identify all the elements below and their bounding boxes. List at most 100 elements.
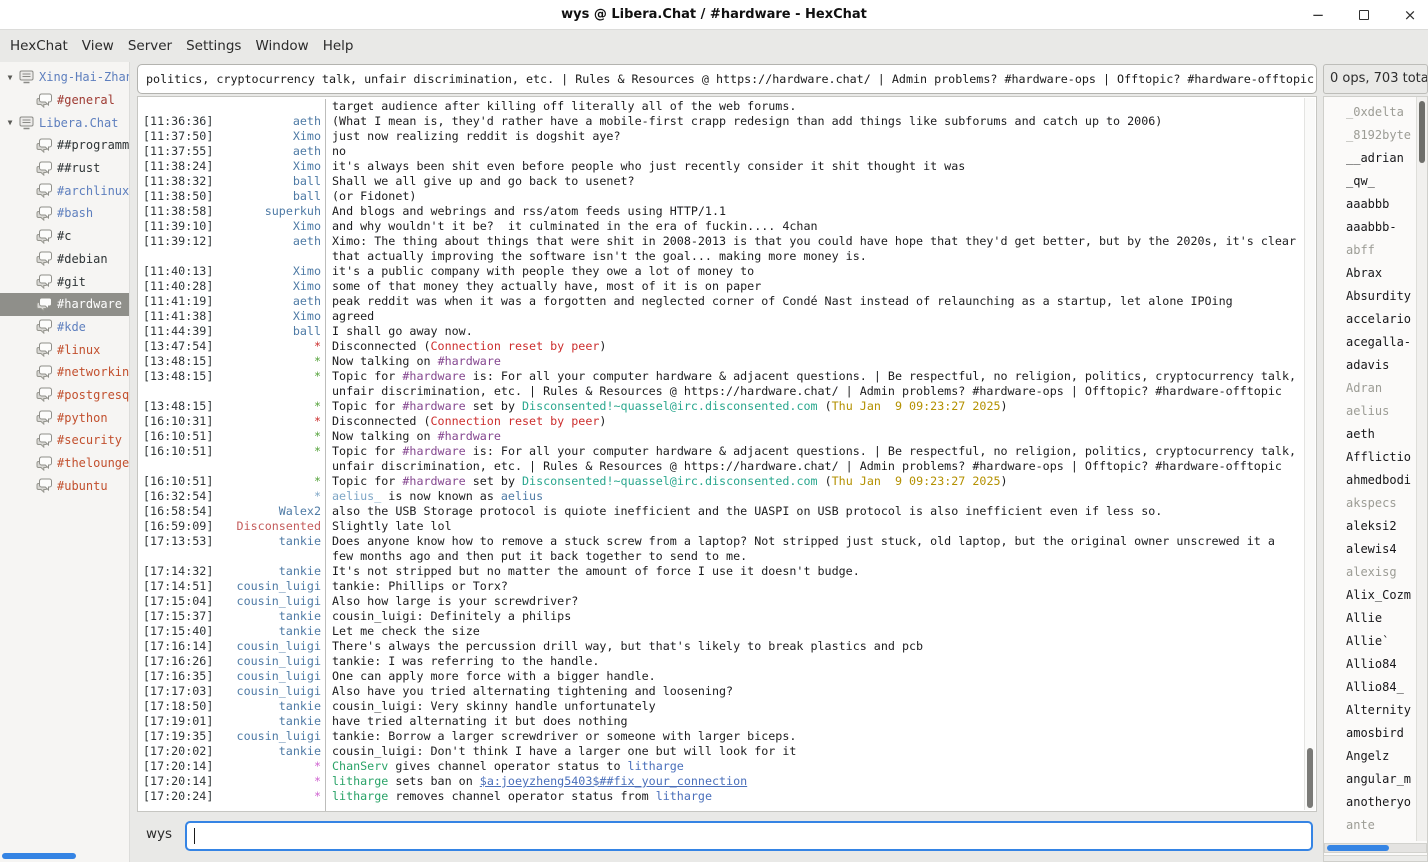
message-segment: It's not stripped but no matter the amou… — [332, 564, 860, 578]
user-list-item-adavis[interactable]: adavis — [1324, 354, 1416, 377]
menu-help[interactable]: Help — [316, 30, 361, 62]
message-segment: Now talking on — [332, 429, 438, 443]
timestamp: [17:16:26] — [138, 654, 214, 669]
sidebar-item-general[interactable]: #general — [0, 89, 129, 112]
sidebar-item-libera-chat[interactable]: ▼Libera.Chat — [0, 111, 129, 134]
user-list-item-0xdelta[interactable]: _0xdelta — [1324, 101, 1416, 124]
user-list-item-aeth[interactable]: aeth — [1324, 423, 1416, 446]
nick: cousin_luigi — [214, 579, 321, 594]
sidebar-item-python[interactable]: #python — [0, 406, 129, 429]
userlist-scroll-thumb[interactable] — [1419, 101, 1425, 163]
user-list-item-adrian[interactable]: __adrian — [1324, 147, 1416, 170]
sidebar-item-linux[interactable]: #linux — [0, 338, 129, 361]
user-list-item-alix-cozm[interactable]: Alix_Cozm — [1324, 584, 1416, 607]
menu-server[interactable]: Server — [121, 30, 179, 62]
user-list-item-akspecs[interactable]: akspecs — [1324, 492, 1416, 515]
chat-line: [16:32:54]*aelius_ is now known as aeliu… — [138, 489, 1303, 504]
user-list-item-ahmedbodi[interactable]: ahmedbodi — [1324, 469, 1416, 492]
user-list-item-acegalla[interactable]: acegalla- — [1324, 331, 1416, 354]
user-list-item-allie[interactable]: Allie — [1324, 607, 1416, 630]
message-input[interactable] — [185, 821, 1313, 851]
chat-line: [16:58:54]Walex2also the USB Storage pro… — [138, 504, 1303, 519]
maximize-button[interactable] — [1356, 0, 1372, 30]
message-segment: #hardware — [402, 399, 465, 413]
user-list-item-absurdity[interactable]: Absurdity — [1324, 285, 1416, 308]
user-list-item-allio84[interactable]: Allio84_ — [1324, 676, 1416, 699]
sidebar-item-label: Xing-Hai-Zhan — [39, 70, 129, 84]
timestamp: [13:48:15] — [138, 354, 214, 369]
user-list-item-qw[interactable]: _qw_ — [1324, 170, 1416, 193]
nick: aeth — [214, 294, 321, 309]
chat-line: [11:40:28]Ximosome of that money they ac… — [138, 279, 1303, 294]
message-text: Slightly late lol — [325, 519, 1300, 534]
close-button[interactable]: × — [1402, 0, 1418, 30]
message-segment: Also how large is your screwdriver? — [332, 594, 578, 608]
userlist-hscroll-thumb[interactable] — [1327, 845, 1389, 851]
nick: aeth — [214, 114, 321, 129]
user-list-item-afflictio[interactable]: Afflictio — [1324, 446, 1416, 469]
sidebar-item-postgresql[interactable]: #postgresql — [0, 384, 129, 407]
user-list-item-anotheryo[interactable]: anotheryo — [1324, 791, 1416, 814]
user-list-item-adran[interactable]: Adran — [1324, 377, 1416, 400]
expander-icon[interactable]: ▼ — [3, 73, 17, 82]
tree-horizontal-scrollbar[interactable] — [0, 852, 130, 860]
message-text: Topic for #hardware set by Disconsented!… — [325, 474, 1300, 489]
userlist-scrollbar[interactable] — [1416, 97, 1427, 841]
user-list-item-abff[interactable]: abff — [1324, 239, 1416, 262]
menu-settings[interactable]: Settings — [179, 30, 248, 62]
user-list-item-abrax[interactable]: Abrax — [1324, 262, 1416, 285]
user-list-item-alternity[interactable]: Alternity — [1324, 699, 1416, 722]
user-list-item-alewis4[interactable]: alewis4 — [1324, 538, 1416, 561]
menu-hexchat[interactable]: HexChat — [3, 30, 75, 62]
sidebar-item-kde[interactable]: #kde — [0, 316, 129, 339]
sidebar-item-label: #networking — [57, 365, 129, 379]
message-segment: and why wouldn't it be? it culminated in… — [332, 219, 818, 233]
sidebar-item-archlinux[interactable]: #archlinux — [0, 179, 129, 202]
channel-icon — [36, 161, 53, 176]
user-list-item-aelius[interactable]: aelius — [1324, 400, 1416, 423]
sidebar-item-git[interactable]: #git — [0, 270, 129, 293]
message-segment: (or Fidonet) — [332, 189, 416, 203]
user-list-item-angular-m[interactable]: angular_m — [1324, 768, 1416, 791]
expander-icon[interactable]: ▼ — [3, 118, 17, 127]
user-list-item-amosbird[interactable]: amosbird — [1324, 722, 1416, 745]
sidebar-item-c[interactable]: #c — [0, 225, 129, 248]
user-list-item-allie[interactable]: Allie` — [1324, 630, 1416, 653]
user-list-item-aleksi2[interactable]: aleksi2 — [1324, 515, 1416, 538]
user-list-item-angelz[interactable]: Angelz — [1324, 745, 1416, 768]
message-text: cousin_luigi: Don't think I have a large… — [325, 744, 1300, 759]
chat-scrollbar[interactable] — [1304, 98, 1315, 810]
sidebar-item-rust[interactable]: ##rust — [0, 157, 129, 180]
user-list-item-8192byte[interactable]: _8192byte — [1324, 124, 1416, 147]
menu-window[interactable]: Window — [248, 30, 315, 62]
sidebar-item-networking[interactable]: #networking — [0, 361, 129, 384]
chat-scroll-thumb[interactable] — [1307, 748, 1313, 808]
tree-hscroll-thumb[interactable] — [2, 853, 76, 859]
topic-input[interactable]: politics, cryptocurrency talk, unfair di… — [137, 64, 1317, 94]
message-segment: tankie: I was referring to the handle. — [332, 654, 599, 668]
sidebar-item-security[interactable]: #security — [0, 429, 129, 452]
chat-line: target audience after killing off litera… — [138, 99, 1303, 114]
user-list-item-aaabbb[interactable]: aaabbb — [1324, 193, 1416, 216]
user-list-item-accelario[interactable]: accelario — [1324, 308, 1416, 331]
user-list-item-ante[interactable]: ante — [1324, 814, 1416, 837]
sidebar-item-debian[interactable]: #debian — [0, 248, 129, 271]
sidebar-item-xing-hai-zhan[interactable]: ▼ Xing-Hai-Zhan — [0, 66, 129, 89]
menu-view[interactable]: View — [75, 30, 121, 62]
user-list-item-allio84[interactable]: Allio84 — [1324, 653, 1416, 676]
sidebar-item-thelounge[interactable]: #thelounge — [0, 452, 129, 475]
channel-icon — [36, 365, 53, 380]
chat-line: [11:38:50]ball(or Fidonet) — [138, 189, 1303, 204]
sidebar-item-ubuntu[interactable]: #ubuntu — [0, 474, 129, 497]
event-star: * — [214, 444, 321, 474]
channel-link[interactable]: $a:joeyzheng5403$##fix_your_connection — [480, 774, 747, 788]
channel-icon — [36, 410, 53, 425]
minimize-button[interactable]: − — [1310, 0, 1326, 30]
user-list-item-aaabbb[interactable]: aaabbb- — [1324, 216, 1416, 239]
message-text: Disconnected (Connection reset by peer) — [325, 339, 1300, 354]
sidebar-item-programming[interactable]: ##programming — [0, 134, 129, 157]
user-list-item-alexisg[interactable]: alexisg — [1324, 561, 1416, 584]
sidebar-item-hardware[interactable]: #hardware — [0, 293, 129, 316]
sidebar-item-bash[interactable]: #bash — [0, 202, 129, 225]
userlist-horizontal-scrollbar[interactable] — [1324, 843, 1427, 853]
